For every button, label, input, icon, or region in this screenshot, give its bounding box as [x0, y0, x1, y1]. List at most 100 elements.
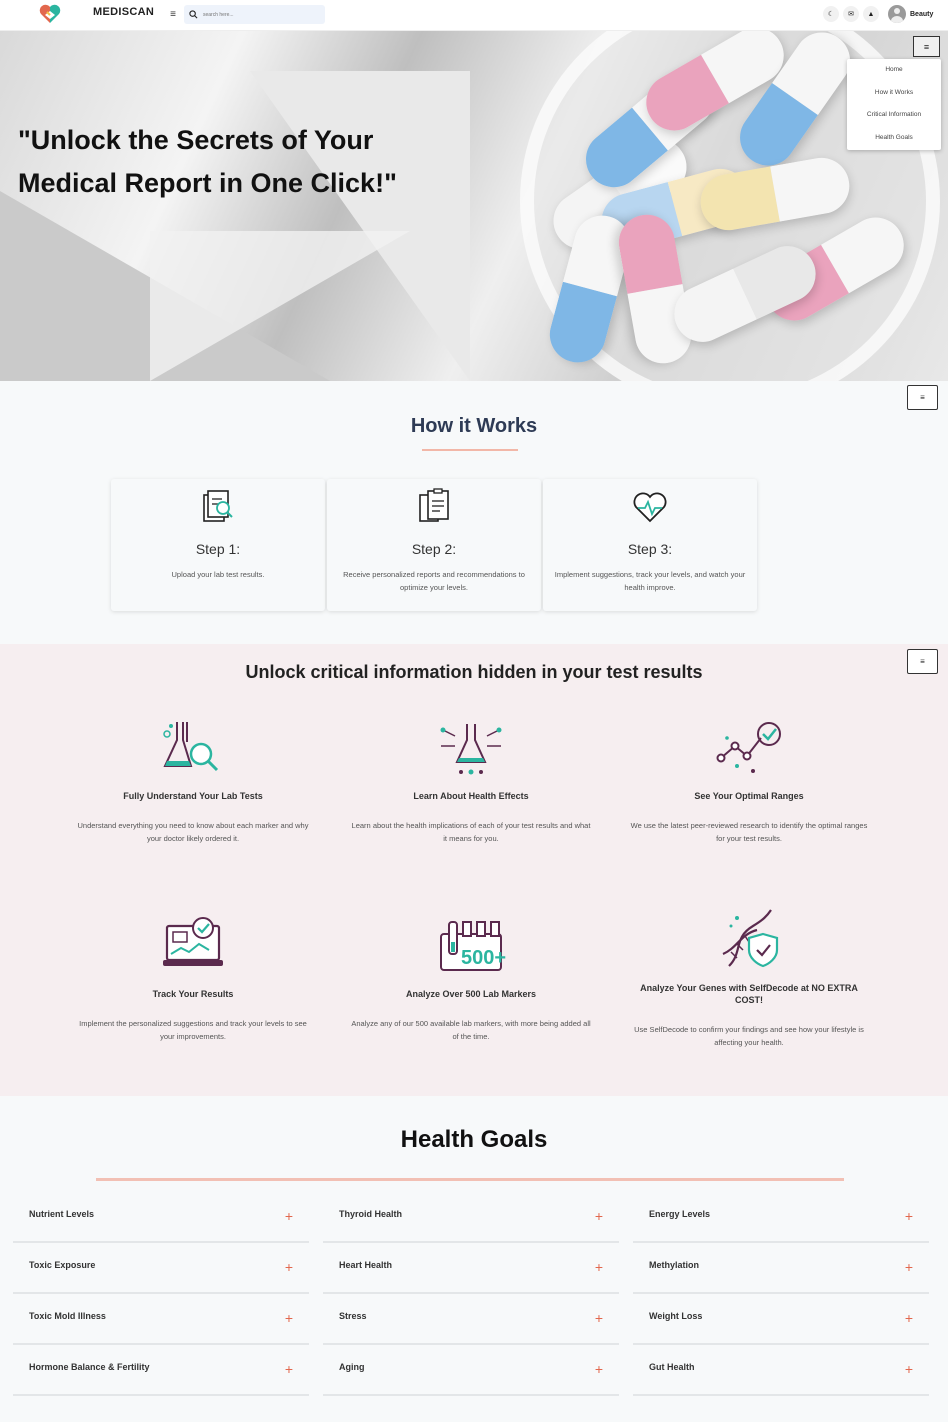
feature-title: Analyze Over 500 Lab Markers — [405, 989, 537, 999]
goal-label: Stress — [339, 1311, 367, 1321]
feature-card: Track Your Results Implement the persona… — [73, 914, 313, 1043]
goal-label: Gut Health — [649, 1362, 695, 1372]
plus-icon[interactable]: + — [285, 1311, 293, 1325]
hamburger-icon[interactable]: ≡ — [166, 9, 180, 20]
step-description: Implement suggestions, track your levels… — [554, 570, 746, 592]
feature-card: Learn About Health Effects Learn about t… — [351, 716, 591, 845]
goal-label: Heart Health — [339, 1260, 393, 1270]
how-it-works-section: ≡ How it Works Step 1: Upload your lab t… — [0, 381, 948, 644]
step-card: Step 3: Implement suggestions, track you… — [543, 479, 757, 611]
plus-icon[interactable]: + — [595, 1209, 603, 1223]
feature-description: Learn about the health implications of e… — [351, 821, 591, 843]
goal-label: Nutrient Levels — [29, 1209, 95, 1219]
dropdown-item-home[interactable]: Home — [847, 59, 941, 82]
feature-title: Learn About Health Effects — [413, 791, 529, 801]
goal-label: Weight Loss — [649, 1311, 703, 1321]
header-icons: ☾ ✉ ▲ — [823, 6, 879, 22]
brand-name[interactable]: MEDISCAN — [93, 6, 154, 18]
health-goals-section: Health Goals Nutrient Levels + Toxic Exp… — [0, 1096, 948, 1422]
step-title: Step 2: — [411, 541, 457, 557]
title-underline — [422, 449, 518, 451]
heartbeat-icon — [633, 492, 667, 523]
plus-icon[interactable]: + — [595, 1260, 603, 1274]
dropdown-item-how-it-works[interactable]: How it Works — [847, 82, 941, 105]
document-search-icon — [203, 490, 233, 522]
goal-accordion-item[interactable]: Hormone Balance & Fertility + — [13, 1345, 309, 1396]
user-menu[interactable]: Beauty — [888, 5, 933, 23]
moon-icon[interactable]: ☾ — [823, 6, 839, 22]
plus-icon[interactable]: + — [595, 1362, 603, 1376]
feature-card: 500+ Analyze Over 500 Lab Markers Analyz… — [351, 914, 591, 1043]
goal-label: Energy Levels — [649, 1209, 711, 1219]
avatar[interactable] — [888, 5, 906, 23]
bell-icon[interactable]: ▲ — [863, 6, 879, 22]
search-input[interactable] — [203, 11, 313, 18]
goal-accordion-item[interactable]: Methylation + — [633, 1243, 929, 1294]
plus-icon[interactable]: + — [905, 1362, 913, 1376]
step-title: Step 3: — [627, 541, 673, 557]
test-tubes-500-icon: 500+ — [440, 921, 506, 971]
feature-description: Implement the personalized suggestions a… — [79, 1019, 307, 1041]
feature-card: See Your Optimal Ranges We use the lates… — [629, 716, 869, 845]
goal-label: Thyroid Health — [339, 1209, 403, 1219]
heart-logo-icon[interactable] — [38, 3, 62, 25]
plus-icon[interactable]: + — [285, 1362, 293, 1376]
flask-network-icon — [440, 724, 502, 775]
goal-label: Aging — [339, 1362, 365, 1372]
plus-icon[interactable]: + — [595, 1311, 603, 1325]
plus-icon[interactable]: + — [905, 1260, 913, 1274]
plus-icon[interactable]: + — [905, 1311, 913, 1325]
laptop-chart-icon — [163, 917, 223, 966]
feature-description: We use the latest peer-reviewed research… — [630, 821, 868, 843]
feature-description: Use SelfDecode to confirm your findings … — [634, 1025, 864, 1047]
goal-accordion-item[interactable]: Weight Loss + — [633, 1294, 929, 1345]
goal-label: Toxic Mold Illness — [29, 1311, 106, 1321]
goal-accordion-item[interactable]: Heart Health + — [323, 1243, 619, 1294]
dropdown-item-health-goals[interactable]: Health Goals — [847, 127, 941, 150]
section-title: Health Goals — [400, 1126, 548, 1153]
step-card: Step 1: Upload your lab test results. — [111, 479, 325, 611]
hero-title: "Unlock the Secrets of Your Medical Repo… — [18, 125, 397, 198]
goal-accordion-item[interactable]: Aging + — [323, 1345, 619, 1396]
goal-accordion-item[interactable]: Thyroid Health + — [323, 1192, 619, 1243]
clipboard-icon — [419, 488, 449, 522]
feature-title: Track Your Results — [152, 989, 234, 999]
search-icon — [189, 10, 198, 19]
svg-text:500+: 500+ — [461, 947, 506, 969]
hero-bg-shape — [150, 231, 410, 381]
critical-information-section: ≡ Unlock critical information hidden in … — [0, 644, 948, 1096]
section-title: Unlock critical information hidden in yo… — [245, 662, 703, 682]
top-navbar: MEDISCAN ≡ ☾ ✉ ▲ Beauty — [0, 0, 948, 31]
hero-menu-button[interactable]: ≡ — [913, 36, 940, 57]
step-description: Upload your lab test results. — [171, 570, 265, 579]
search-bar[interactable] — [184, 5, 325, 24]
range-check-icon — [716, 722, 781, 773]
step-description: Receive personalized reports and recomme… — [343, 570, 525, 592]
feature-description: Analyze any of our 500 available lab mar… — [351, 1019, 591, 1041]
step-card: Step 2: Receive personalized reports and… — [327, 479, 541, 611]
goal-label: Methylation — [649, 1260, 700, 1270]
goal-accordion-item[interactable]: Energy Levels + — [633, 1192, 929, 1243]
goal-accordion-item[interactable]: Nutrient Levels + — [13, 1192, 309, 1243]
goal-label: Hormone Balance & Fertility — [29, 1362, 150, 1372]
feature-description: Understand everything you need to know a… — [77, 821, 309, 843]
flask-magnifier-icon — [163, 722, 219, 772]
user-name[interactable]: Beauty — [910, 11, 933, 18]
goal-label: Toxic Exposure — [29, 1260, 96, 1270]
goal-accordion-item[interactable]: Toxic Mold Illness + — [13, 1294, 309, 1345]
dropdown-item-critical-information[interactable]: Critical Information — [847, 104, 941, 127]
feature-title: See Your Optimal Ranges — [694, 791, 804, 801]
section-title: How it Works — [410, 415, 538, 437]
plus-icon[interactable]: + — [285, 1260, 293, 1274]
dna-shield-icon — [722, 909, 779, 968]
step-title: Step 1: — [195, 541, 241, 557]
plus-icon[interactable]: + — [285, 1209, 293, 1223]
feature-title: Fully Understand Your Lab Tests — [123, 791, 263, 801]
nav-dropdown-menu: Home How it Works Critical Information H… — [847, 59, 941, 150]
goal-accordion-item[interactable]: Gut Health + — [633, 1345, 929, 1396]
goal-accordion-item[interactable]: Stress + — [323, 1294, 619, 1345]
mail-icon[interactable]: ✉ — [843, 6, 859, 22]
plus-icon[interactable]: + — [905, 1209, 913, 1223]
goal-accordion-item[interactable]: Toxic Exposure + — [13, 1243, 309, 1294]
section-menu-button[interactable]: ≡ — [907, 385, 938, 410]
